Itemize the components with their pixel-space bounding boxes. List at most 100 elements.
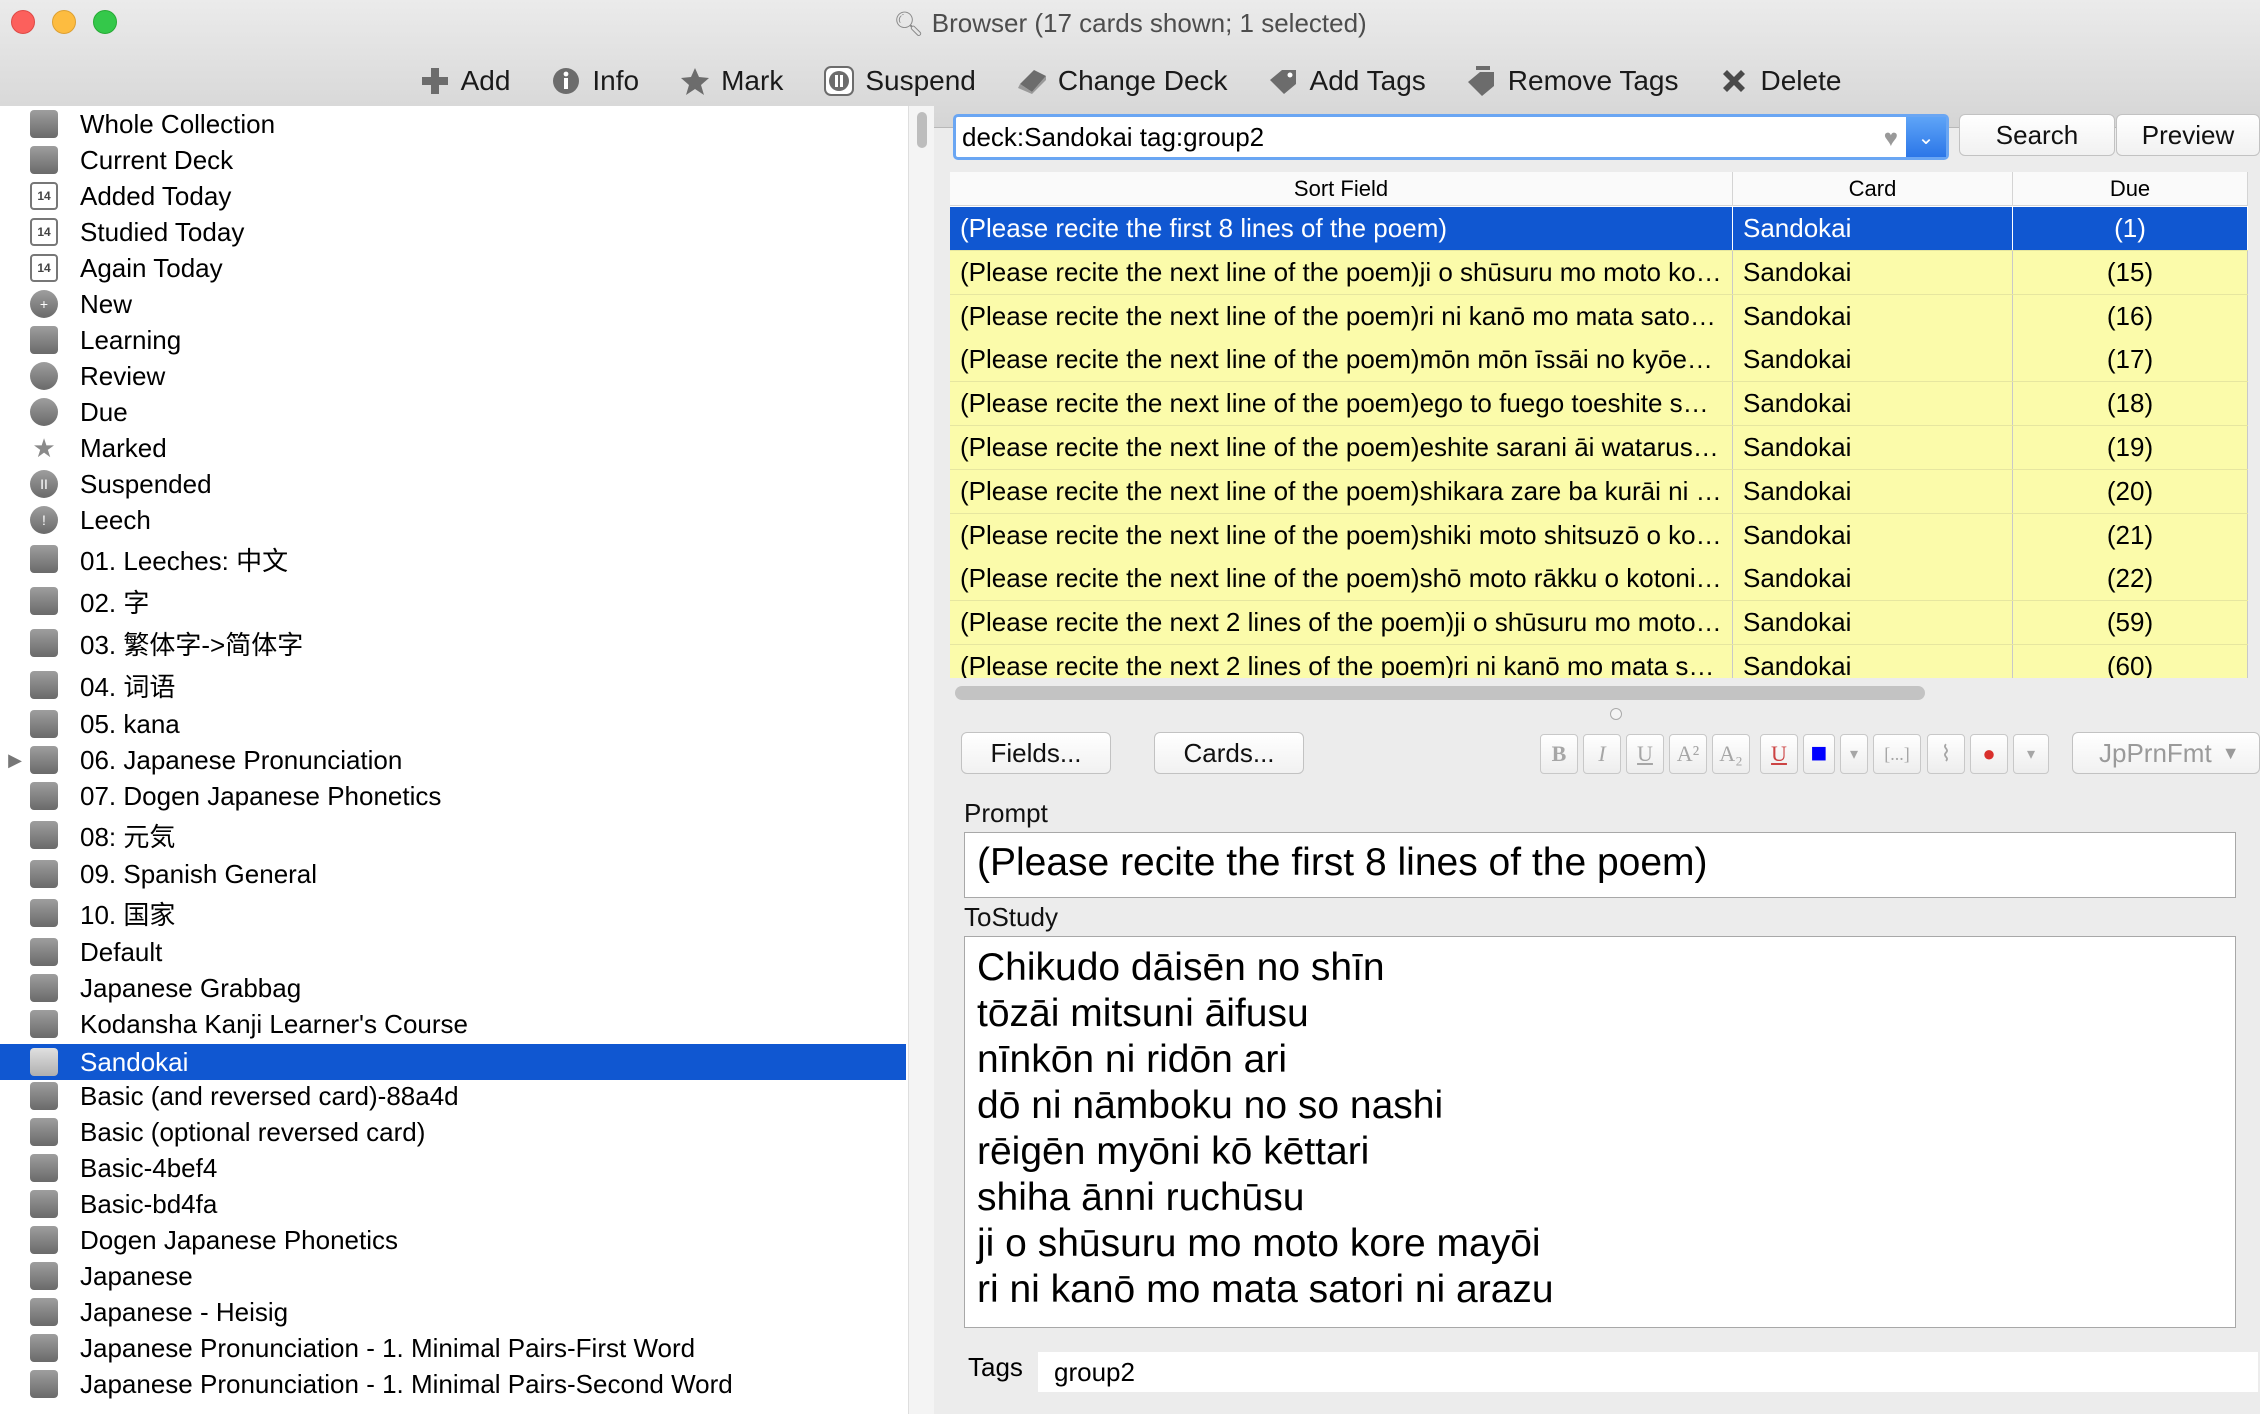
plugin-button[interactable]: JpPrnFmt ▼ <box>2072 732 2260 774</box>
sidebar-item[interactable]: 09. Spanish General <box>0 856 906 892</box>
sidebar-item[interactable]: Japanese Pronunciation - 1. Minimal Pair… <box>0 1330 906 1366</box>
pane-splitter[interactable] <box>1610 708 1622 720</box>
sidebar-item[interactable]: 14 Again Today <box>0 250 906 286</box>
sidebar-scrollbar[interactable] <box>908 106 934 1414</box>
tostudy-field[interactable]: Chikudo dāisēn no shīn tōzāi mitsuni āifu… <box>964 936 2236 1328</box>
cloze-icon[interactable]: [...] <box>1873 734 1921 774</box>
cell-card: Sandokai <box>1733 601 2013 645</box>
sidebar-item[interactable]: 07. Dogen Japanese Phonetics <box>0 778 906 814</box>
sidebar-item[interactable]: Due <box>0 394 906 430</box>
search-button[interactable]: Search <box>1959 114 2115 156</box>
sidebar-item[interactable]: 02. 字 <box>0 580 906 622</box>
sidebar-item[interactable]: 04. 词语 <box>0 664 906 706</box>
sidebar-item-label: Review <box>80 360 166 391</box>
table-row[interactable]: (Please recite the next line of the poem… <box>950 338 2248 383</box>
table-row[interactable]: (Please recite the first 8 lines of the … <box>950 207 2248 251</box>
editor-scrollbar[interactable] <box>2246 786 2260 1246</box>
sidebar-item[interactable]: Japanese <box>0 1258 906 1294</box>
record-icon-glyph: ● <box>1982 741 1996 766</box>
sidebar-item[interactable]: Basic-bd4fa <box>0 1186 906 1222</box>
bold-icon[interactable]: B <box>1540 734 1578 774</box>
column-card[interactable]: Card <box>1733 172 2013 205</box>
column-sort-field[interactable]: Sort Field <box>950 172 1733 205</box>
table-row[interactable]: (Please recite the next 2 lines of the p… <box>950 645 2248 678</box>
subscript-icon[interactable]: A₂ <box>1712 734 1750 774</box>
sidebar-item[interactable]: 03. 繁体字->简体字 <box>0 622 906 664</box>
sidebar-item[interactable]: 08: 元気 <box>0 814 906 856</box>
sidebar-item[interactable]: ▶ 06. Japanese Pronunciation <box>0 742 906 778</box>
sidebar-item[interactable]: Japanese Pronunciation - 1. Minimal Pair… <box>0 1366 906 1402</box>
tags-input[interactable]: group2 <box>1038 1352 2258 1392</box>
sidebar-item[interactable]: 05. kana <box>0 706 906 742</box>
info-button[interactable]: Info <box>550 58 639 104</box>
fields-button[interactable]: Fields... <box>961 732 1111 774</box>
sidebar-item[interactable]: 01. Leeches: 中文 <box>0 538 906 580</box>
sidebar-item[interactable]: II Suspended <box>0 466 906 502</box>
sidebar-item[interactable]: Dogen Japanese Phonetics <box>0 1222 906 1258</box>
remove-tags-button[interactable]: Remove Tags <box>1466 58 1678 104</box>
prompt-field[interactable]: (Please recite the first 8 lines of the … <box>964 832 2236 898</box>
clock-icon <box>30 398 58 426</box>
add-button[interactable]: Add <box>419 58 510 104</box>
sidebar-item[interactable]: 14 Added Today <box>0 178 906 214</box>
sidebar-item[interactable]: ★ Marked <box>0 430 906 466</box>
table-row[interactable]: (Please recite the next line of the poem… <box>950 382 2248 427</box>
table-row[interactable]: (Please recite the next line of the poem… <box>950 250 2248 295</box>
change-deck-button[interactable]: Change Deck <box>1016 58 1228 104</box>
table-row[interactable]: (Please recite the next line of the poem… <box>950 294 2248 339</box>
sidebar-item[interactable]: Kodansha Kanji Learner's Course <box>0 1006 906 1042</box>
sidebar-item[interactable]: Japanese Grabbag <box>0 970 906 1006</box>
sidebar-item[interactable]: Basic (and reversed card)-88a4d <box>0 1078 906 1114</box>
magnifier-icon: 🔍︎ <box>893 11 924 38</box>
underline-icon[interactable]: U <box>1626 734 1664 774</box>
sidebar-item[interactable]: 14 Studied Today <box>0 214 906 250</box>
saved-search-icon[interactable]: ♥ <box>1884 125 1898 153</box>
chevron-down-icon[interactable]: ⌄ <box>1906 117 1946 157</box>
note-type-icon <box>30 1154 58 1182</box>
sidebar-item[interactable]: Basic-4bef4 <box>0 1150 906 1186</box>
cell-due: (18) <box>2013 382 2248 426</box>
cell-sort-field: (Please recite the next line of the poem… <box>950 338 1733 382</box>
scroll-thumb[interactable] <box>917 112 927 148</box>
delete-button[interactable]: Delete <box>1718 58 1841 104</box>
more-dropdown-icon[interactable]: ▾ <box>2013 734 2049 774</box>
sidebar-item[interactable]: Default <box>0 934 906 970</box>
sidebar-item[interactable]: Current Deck <box>0 142 906 178</box>
add-tags-button[interactable]: Add Tags <box>1268 58 1426 104</box>
sidebar-item[interactable]: Review <box>0 358 906 394</box>
table-horizontal-scrollbar[interactable] <box>955 686 1925 700</box>
italic-icon[interactable]: I <box>1583 734 1621 774</box>
sidebar-item[interactable]: Sandokai <box>0 1044 906 1080</box>
cards-button[interactable]: Cards... <box>1154 732 1304 774</box>
sidebar-item-label: Current Deck <box>80 144 234 175</box>
table-row[interactable]: (Please recite the next 2 lines of the p… <box>950 601 2248 646</box>
text-color-icon[interactable]: ■ <box>1803 734 1835 774</box>
sidebar-item[interactable]: Whole Collection <box>0 106 906 142</box>
preview-button[interactable]: Preview <box>2116 114 2260 156</box>
sidebar-item[interactable]: + New <box>0 286 906 322</box>
sidebar-item[interactable]: Basic (optional reversed card) <box>0 1114 906 1150</box>
expand-arrow-icon[interactable]: ▶ <box>0 750 30 771</box>
suspend-button[interactable]: Suspend <box>823 58 976 104</box>
color-dropdown-icon[interactable]: ▾ <box>1840 734 1868 774</box>
sidebar-item[interactable]: ! Leech <box>0 502 906 538</box>
clear-format-icon[interactable]: U <box>1760 734 1798 774</box>
record-icon[interactable]: ● <box>1970 734 2008 774</box>
table-row[interactable]: (Please recite the next line of the poem… <box>950 513 2248 558</box>
superscript-icon[interactable]: A² <box>1669 734 1707 774</box>
sidebar-item[interactable]: 10. 国家 <box>0 892 906 934</box>
calendar-icon: 14 <box>30 218 58 246</box>
table-row[interactable]: (Please recite the next line of the poem… <box>950 426 2248 470</box>
column-due[interactable]: Due <box>2013 172 2248 205</box>
deck-icon <box>30 671 58 699</box>
sidebar-item[interactable]: Learning <box>0 322 906 358</box>
table-row[interactable]: (Please recite the next line of the poem… <box>950 557 2248 602</box>
italic-icon-glyph: I <box>1598 741 1606 766</box>
table-row[interactable]: (Please recite the next line of the poem… <box>950 469 2248 514</box>
sidebar-item[interactable]: Japanese - Heisig <box>0 1294 906 1330</box>
attach-icon[interactable]: ⌇ <box>1927 734 1965 774</box>
search-input[interactable]: deck:Sandokai tag:group2 ♥ ⌄ <box>953 114 1949 160</box>
deck-icon <box>30 899 58 927</box>
note-type-icon <box>30 1370 58 1398</box>
mark-button[interactable]: Mark <box>679 58 783 104</box>
